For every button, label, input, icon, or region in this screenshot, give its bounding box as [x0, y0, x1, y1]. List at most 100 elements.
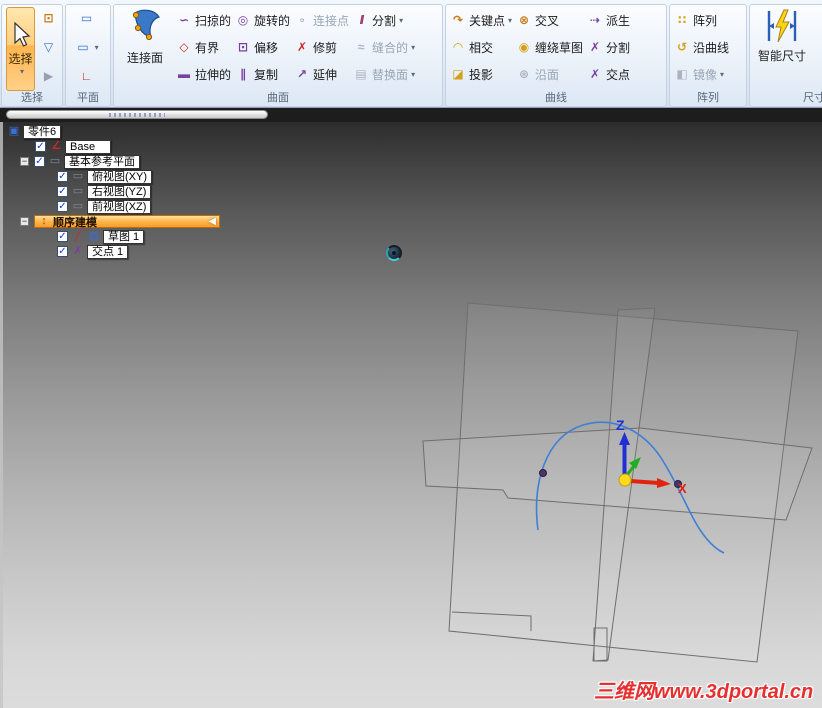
tree-item-base[interactable]: ✓ ∠ Base — [0, 139, 300, 154]
connect-face-label: 连接面 — [126, 51, 163, 65]
checkbox-right-view[interactable]: ✓ — [57, 186, 68, 197]
ribbon-item-offset[interactable]: ⊡ 偏移 — [235, 35, 290, 59]
ribbon-item-bounded[interactable]: ◇ 有界 — [176, 35, 231, 59]
ribbon-item-extend[interactable]: ↗ 延伸 — [294, 62, 349, 86]
tree-item-part-label[interactable]: 零件6 — [23, 124, 62, 139]
collapse-icon[interactable]: − — [20, 217, 29, 226]
tree-item-base-label[interactable]: Base — [65, 139, 111, 154]
sketch-icon: ▨ — [88, 230, 100, 242]
item-label: 复制 — [254, 67, 279, 82]
ribbon-item-intersect[interactable]: ◠ 相交 — [450, 35, 512, 59]
pencil-icon: ╱ — [74, 230, 82, 242]
ribbon-item-copy[interactable]: ∥ 复制 — [235, 62, 290, 86]
tree-item-sketch[interactable]: ✓ ╱ ▨ 草图 1 — [0, 229, 300, 244]
ribbon-item-derive[interactable]: ⇢ 派生 — [587, 8, 630, 32]
rect-select-button[interactable]: ⊡ — [40, 7, 60, 29]
plane-by-points-button[interactable]: ▭ ▾ — [77, 36, 98, 58]
tree-item-front-view[interactable]: ✓ ▭ 前视图(XZ) — [0, 199, 300, 214]
filter-icon: ▽ — [43, 40, 54, 54]
replace-face-icon: ▤ — [355, 67, 367, 81]
selection-filter-button[interactable]: ▽ — [40, 36, 60, 58]
ribbon-item-sweep[interactable]: ∽ 扫掠的 — [176, 8, 231, 32]
split-curve-icon: ✗ — [590, 40, 601, 54]
collapse-icon[interactable]: − — [20, 157, 29, 166]
chevron-down-icon: ▾ — [19, 67, 24, 76]
ribbon-item-connect-point[interactable]: ∘ 连接点 — [294, 8, 349, 32]
scrollbar-thumb[interactable] — [6, 110, 268, 119]
checkbox-intersection-point[interactable]: ✓ — [57, 246, 68, 257]
plane-icon: ▭ — [72, 170, 84, 182]
plane-icon: ▭ — [72, 200, 84, 212]
pattern-icon: ∷ — [677, 13, 687, 27]
rect-select-icon: ⊡ — [43, 11, 54, 25]
ribbon-item-revolve[interactable]: ◎ 旋转的 — [235, 8, 290, 32]
tree-item-sketch-label[interactable]: 草图 1 — [103, 229, 145, 244]
connect-face-button[interactable]: 连接面 — [118, 7, 172, 66]
tree-item-intersection-point-label[interactable]: 交点 1 — [87, 244, 129, 259]
ribbon-item-split-curve[interactable]: ✗ 分割 — [587, 35, 630, 59]
tree-item-right-view-label[interactable]: 右视图(YZ) — [87, 184, 152, 199]
item-label: 镜像 — [693, 67, 718, 82]
ribbon-item-sew[interactable]: ≈ 缝合的 ▾ — [353, 35, 415, 59]
group-label-plane: 平面 — [77, 92, 99, 104]
select-button[interactable]: 选择 ▾ — [6, 7, 35, 91]
checkbox-sketch[interactable]: ✓ — [57, 231, 68, 242]
smart-dimension-icon — [767, 9, 797, 43]
ribbon-group-pattern: ∷ 阵列 ↺ 沿曲线 ◧ 镜像 ▾ 阵列 — [669, 4, 747, 107]
tree-item-ref-planes-label[interactable]: 基本参考平面 — [64, 154, 140, 169]
ribbon-item-pattern[interactable]: ∷ 阵列 — [674, 8, 729, 32]
tree-item-ref-planes[interactable]: − ✓ ▭ 基本参考平面 — [0, 154, 300, 169]
scrollbar-track[interactable] — [0, 108, 822, 122]
ribbon-group-curve: ↷ 关键点 ▾ ◠ 相交 ◪ 投影 ⊗ 交叉 ◉ 缠绕草图 ⊛ 沿面 ⇢ 派生 … — [445, 4, 667, 107]
coordinate-system-button[interactable]: ∟ — [78, 65, 98, 87]
ribbon-item-cross[interactable]: ⊗ 交叉 — [516, 8, 583, 32]
checkbox-front-view[interactable]: ✓ — [57, 201, 68, 212]
checkbox-ref-planes[interactable]: ✓ — [34, 156, 45, 167]
ordered-modeling-bar[interactable]: ↕ 顺序建模 ◀ — [34, 215, 220, 229]
select-mode-button[interactable]: ▶ — [40, 65, 60, 87]
cursor-arrow-icon — [13, 22, 30, 47]
item-label: 缝合的 — [372, 40, 409, 55]
tree-item-ordered-modeling[interactable]: − ↕ 顺序建模 ◀ — [0, 214, 300, 229]
ribbon-item-along-face[interactable]: ⊛ 沿面 — [516, 62, 583, 86]
trim-icon: ✗ — [297, 40, 308, 54]
ribbon-item-split-surface[interactable]: // 分割 ▾ — [353, 8, 415, 32]
item-label: 有界 — [195, 40, 220, 55]
tree-item-top-view-label[interactable]: 俯视图(XY) — [87, 169, 152, 184]
collapse-left-arrow-icon[interactable]: ◀ — [208, 216, 216, 227]
dimension-icon-2: ⊢ — [819, 40, 822, 54]
smart-dimension-label: 智能尺寸 — [757, 49, 806, 63]
ribbon-item-project[interactable]: ◪ 投影 — [450, 62, 512, 86]
along-face-icon: ⊛ — [519, 67, 530, 81]
tree-item-front-view-label[interactable]: 前视图(XZ) — [87, 199, 152, 214]
ribbon-item-wrap-sketch[interactable]: ◉ 缠绕草图 — [516, 35, 583, 59]
x-axis-label: X — [678, 481, 687, 496]
tree-item-intersection-point[interactable]: ✓ ✗ 交点 1 — [0, 244, 300, 259]
wrap-sketch-icon: ◉ — [518, 40, 530, 54]
checkbox-top-view[interactable]: ✓ — [57, 171, 68, 182]
tree-item-part[interactable]: ▣ 零件6 — [0, 124, 300, 139]
ribbon-group-select: 选择 ▾ ⊡ ▽ ▶ 选择 — [1, 4, 63, 107]
plane-button[interactable]: ▭ — [78, 7, 98, 29]
item-label: 修剪 — [313, 40, 338, 55]
ribbon-item-extrude[interactable]: ▬ 拉伸的 — [176, 62, 231, 86]
checkbox-base[interactable]: ✓ — [35, 141, 46, 152]
tree-item-top-view[interactable]: ✓ ▭ 俯视图(XY) — [0, 169, 300, 184]
ribbon-item-mirror[interactable]: ◧ 镜像 ▾ — [674, 62, 729, 86]
item-label: 交点 — [606, 67, 631, 82]
ribbon-group-plane: ▭ ▭ ▾ ∟ 平面 — [65, 4, 111, 107]
dimension-partial-button-2[interactable]: ⊢ — [818, 36, 822, 58]
tree-item-right-view[interactable]: ✓ ▭ 右视图(YZ) — [0, 184, 300, 199]
origin-point[interactable] — [618, 473, 632, 487]
dimension-partial-button-1[interactable]: ⊢ — [818, 7, 822, 29]
ribbon-item-intersection-point[interactable]: ✗ 交点 — [587, 62, 630, 86]
ribbon-item-trim[interactable]: ✗ 修剪 — [294, 35, 349, 59]
smart-dimension-button[interactable]: 智能尺寸 — [754, 7, 810, 64]
dimension-partial-button-3[interactable]: ⊣ — [818, 65, 822, 87]
ribbon-item-keypoints[interactable]: ↷ 关键点 ▾ — [450, 8, 512, 32]
curve-keypoint-left[interactable] — [539, 469, 547, 477]
ribbon-item-replace-face[interactable]: ▤ 替换面 ▾ — [353, 62, 415, 86]
base-axes-icon: ∠ — [51, 140, 61, 152]
ribbon-item-along-curve[interactable]: ↺ 沿曲线 — [674, 35, 729, 59]
viewport-3d[interactable]: Z X ▣ 零件6 ✓ ∠ Base − ✓ ▭ 基本参考平面 ✓ ▭ 俯视图(… — [0, 122, 822, 708]
